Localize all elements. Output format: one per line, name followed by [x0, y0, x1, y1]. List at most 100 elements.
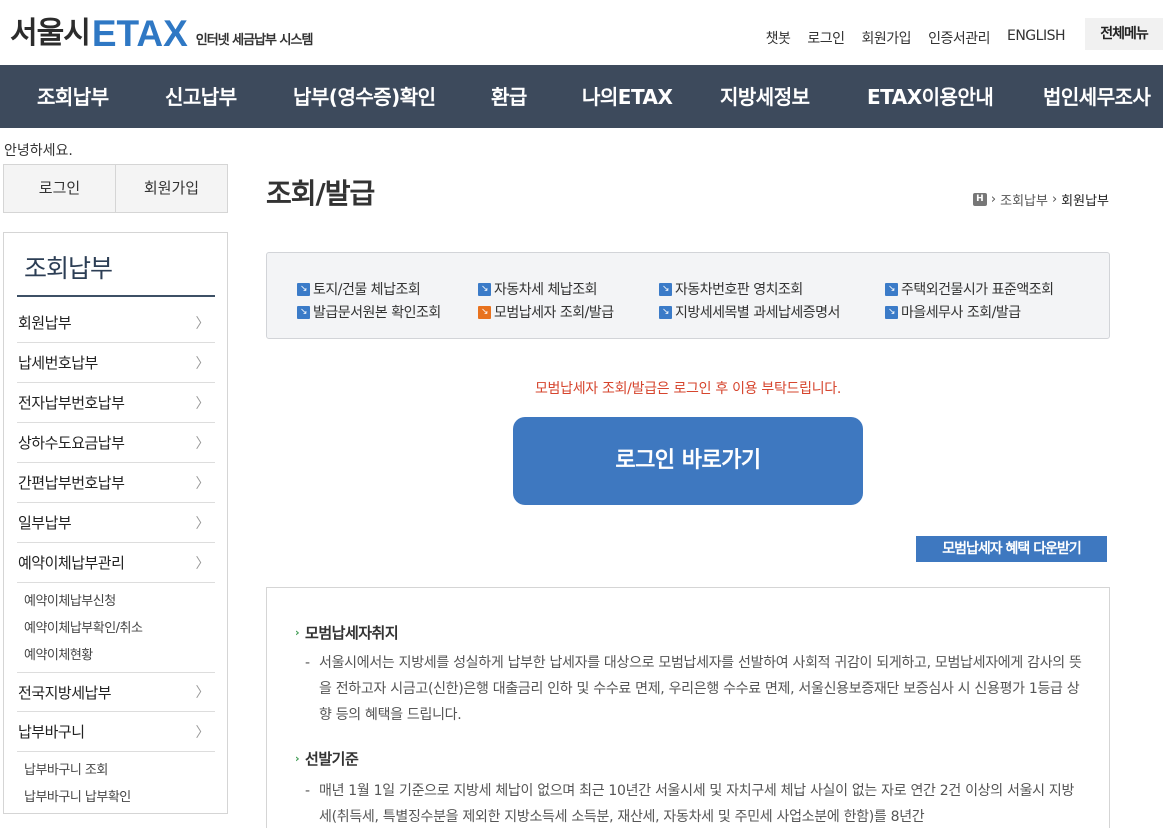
quick-link-label: 모범납세자 조회/발급	[494, 305, 614, 321]
gnb-etax-guide[interactable]: ETAX이용안내	[867, 81, 994, 110]
gnb-corporate-audit[interactable]: 법인세무조사	[1043, 81, 1151, 110]
login-required-notice: 모범납세자 조회/발급은 로그인 후 이용 부탁드립니다.	[534, 381, 842, 397]
quick-link-land-building-arrears[interactable]: ↘ 토지/건물 체납조회	[297, 279, 421, 299]
quick-link-plate-seizure[interactable]: ↘ 자동차번호판 영치조회	[659, 279, 803, 299]
quick-link-tax-certificate[interactable]: ↘ 지방세세목별 과세납세증명서	[659, 302, 840, 322]
sidebar-item-basket[interactable]: 납부바구니 〉	[17, 712, 215, 752]
quick-link-model-taxpayer[interactable]: ↘ 모범납세자 조회/발급	[478, 302, 614, 322]
arrow-down-right-icon: ↘	[478, 282, 491, 296]
home-icon[interactable]: H	[972, 193, 987, 206]
sidebar-item-water-payment[interactable]: 상하수도요금납부 〉	[17, 423, 215, 463]
chevron-right-icon: 〉	[195, 315, 210, 332]
section-title: › 모범납세자취지	[295, 622, 399, 643]
dash-bullet: -	[305, 783, 310, 799]
bullet-arrow-icon: ›	[295, 626, 300, 639]
chatbot-link[interactable]: 챗봇	[766, 28, 791, 48]
chevron-right-icon: 〉	[195, 685, 210, 701]
sidebar-item-reserve-management[interactable]: 예약이체납부관리 〉	[17, 543, 215, 583]
arrow-down-right-icon: ↘	[659, 282, 672, 296]
benefit-download-button[interactable]: 모범납세자 혜택 다운받기	[916, 536, 1107, 562]
quick-link-document-verify[interactable]: ↘ 발급문서원본 확인조회	[297, 302, 441, 322]
quick-link-village-tax-advisor[interactable]: ↘ 마을세무사 조회/발급	[885, 302, 1021, 322]
main-navigation: 조회납부 신고납부 납부(영수증)확인 환급 나의ETAX 지방세정보 ETAX…	[0, 65, 1163, 128]
logo-subtitle: 인터넷 세금납부 시스템	[195, 33, 314, 48]
breadcrumb-separator: ›	[1051, 192, 1058, 207]
gnb-refund[interactable]: 환급	[491, 81, 527, 110]
submenu-basket-confirm[interactable]: 납부바구니 납부확인	[24, 787, 215, 814]
sidebar-login-button[interactable]: 로그인	[4, 165, 115, 212]
gnb-inquiry-payment[interactable]: 조회납부	[37, 81, 109, 110]
gnb-local-tax-info[interactable]: 지방세정보	[720, 81, 810, 110]
quick-link-label: 주택외건물시가 표준액조회	[901, 282, 1054, 298]
sidebar-item-member-payment[interactable]: 회원납부 〉	[17, 303, 215, 343]
gnb-declare-payment[interactable]: 신고납부	[165, 81, 237, 110]
go-login-button[interactable]: 로그인 바로가기	[513, 417, 863, 505]
submenu-basket-view[interactable]: 납부바구니 조회	[24, 760, 215, 787]
chevron-right-icon: 〉	[195, 555, 210, 572]
all-menu-button[interactable]: 전체메뉴	[1085, 18, 1163, 50]
breadcrumb-item[interactable]: 조회납부	[1000, 190, 1048, 209]
quick-link-label: 토지/건물 체납조회	[313, 282, 421, 298]
submenu-reserve-status[interactable]: 예약이체현황	[24, 645, 215, 672]
chevron-right-icon: 〉	[195, 355, 210, 372]
quick-link-label: 마을세무사 조회/발급	[901, 305, 1021, 321]
quick-link-car-tax-arrears[interactable]: ↘ 자동차세 체납조회	[478, 279, 598, 299]
quick-link-label: 지방세세목별 과세납세증명서	[675, 305, 840, 321]
section-title-text: 선발기준	[305, 750, 359, 768]
sidebar-menu: 조회납부 회원납부 〉 납세번호납부 〉 전자납부번호납부 〉 상하수도요금납부 〉 간…	[3, 232, 228, 814]
arrow-down-right-icon: ↘	[478, 305, 491, 319]
sidebar-item-label: 납세번호납부	[18, 354, 98, 372]
sidebar-item-simple-payment[interactable]: 간편납부번호납부 〉	[17, 463, 215, 503]
breadcrumb-separator: ›	[990, 192, 997, 207]
section-body: - 매년 1월 1일 기준으로 지방세 체납이 없으며 최근 10년간 서울시세 …	[305, 778, 1085, 828]
section-body-text: 서울시에서는 지방세를 성실하게 납부한 납세자를 대상으로 모범납세자를 선발…	[319, 655, 1082, 723]
quick-link-standard-value[interactable]: ↘ 주택외건물시가 표준액조회	[885, 279, 1054, 299]
breadcrumb-current: 회원납부	[1061, 194, 1109, 209]
gnb-receipt-check[interactable]: 납부(영수증)확인	[293, 81, 436, 110]
sidebar-item-label: 상하수도요금납부	[18, 434, 125, 452]
sidebar-item-taxno-payment[interactable]: 납세번호납부 〉	[17, 343, 215, 383]
site-logo[interactable]: 서울시 ETAX 인터넷 세금납부 시스템	[10, 13, 314, 54]
sidebar-divider	[17, 295, 215, 297]
section-body: - 서울시에서는 지방세를 성실하게 납부한 납세자를 대상으로 모범납세자를 선…	[305, 650, 1085, 728]
chevron-right-icon: 〉	[195, 724, 210, 741]
submenu-reserve-apply[interactable]: 예약이체납부신청	[24, 591, 215, 618]
greeting-text: 안녕하세요.	[4, 143, 73, 159]
logo-etax: ETAX	[91, 13, 188, 54]
sidebar-login-box: 로그인 회원가입	[3, 164, 228, 213]
sidebar-item-epay-payment[interactable]: 전자납부번호납부 〉	[17, 383, 215, 423]
quick-link-label: 발급문서원본 확인조회	[313, 305, 441, 321]
utility-links: 챗봇 로그인 회원가입 인증서관리 ENGLISH	[766, 28, 1066, 48]
chevron-right-icon: 〉	[195, 435, 210, 452]
section-title: › 선발기준	[295, 748, 359, 769]
certificate-link[interactable]: 인증서관리	[928, 28, 990, 48]
logo-korean: 서울시	[10, 16, 91, 51]
submenu-reserve-confirm[interactable]: 예약이체납부확인/취소	[24, 618, 215, 645]
chevron-right-icon: 〉	[195, 515, 210, 532]
bullet-arrow-icon: ›	[295, 752, 300, 765]
arrow-down-right-icon: ↘	[659, 305, 672, 319]
chevron-right-icon: 〉	[195, 395, 210, 412]
sidebar-title: 조회납부	[24, 254, 113, 283]
sidebar-item-label: 예약이체납부관리	[18, 554, 125, 572]
sidebar-submenu-basket: 납부바구니 조회 납부바구니 납부확인	[17, 752, 215, 814]
sidebar-item-label: 전국지방세납부	[18, 683, 112, 702]
sidebar-item-partial-payment[interactable]: 일부납부 〉	[17, 503, 215, 543]
signup-link[interactable]: 회원가입	[862, 28, 912, 48]
sidebar-join-button[interactable]: 회원가입	[115, 165, 227, 212]
sidebar-item-label: 회원납부	[18, 314, 72, 332]
quick-link-label: 자동차번호판 영치조회	[675, 282, 803, 298]
gnb-my-etax[interactable]: 나의ETAX	[582, 81, 673, 110]
login-link[interactable]: 로그인	[807, 28, 845, 48]
dash-bullet: -	[305, 655, 310, 671]
sidebar-item-label: 전자납부번호납부	[18, 394, 125, 412]
sidebar-item-label: 간편납부번호납부	[18, 474, 125, 492]
arrow-down-right-icon: ↘	[297, 282, 310, 296]
sidebar-item-label: 납부바구니	[18, 723, 85, 741]
english-link[interactable]: ENGLISH	[1007, 28, 1066, 48]
breadcrumb: H › 조회납부 › 회원납부	[972, 190, 1109, 209]
info-box: › 모범납세자취지 - 서울시에서는 지방세를 성실하게 납부한 납세자를 대상으로…	[266, 587, 1110, 828]
sidebar-item-nationwide-payment[interactable]: 전국지방세납부 〉	[17, 672, 215, 712]
page-title: 조회/발급	[266, 177, 375, 210]
arrow-down-right-icon: ↘	[885, 282, 898, 296]
